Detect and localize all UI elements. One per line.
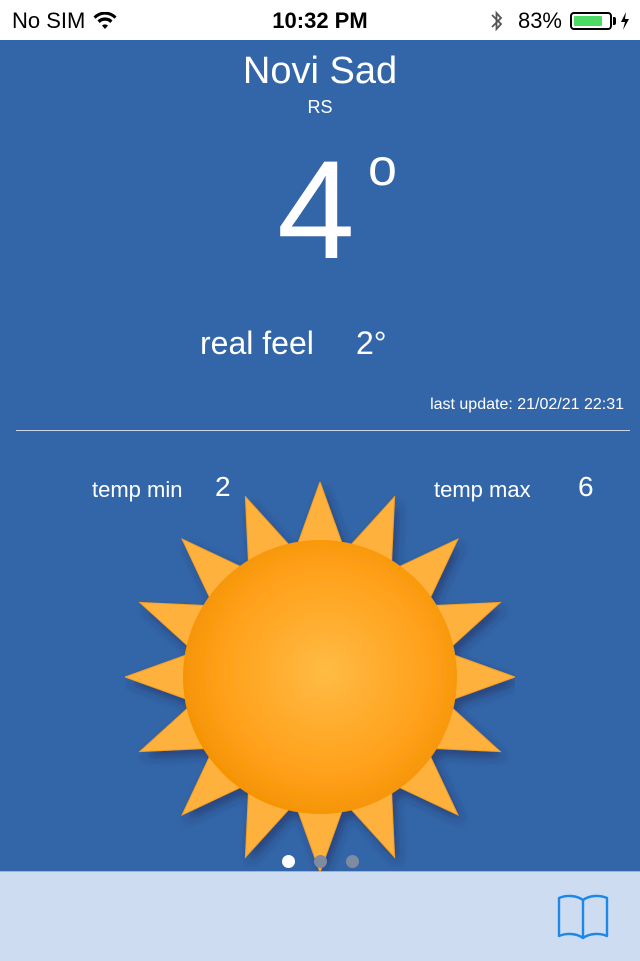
page-dot-2[interactable] <box>313 855 327 868</box>
battery-level <box>574 16 603 26</box>
battery-percent: 83% <box>517 8 562 33</box>
battery-tip <box>613 17 616 25</box>
tab-bar <box>0 871 640 961</box>
status-right: 83% <box>490 8 630 34</box>
battery-icon <box>570 12 612 30</box>
sun-icon <box>125 482 515 872</box>
real-feel-label: real feel <box>200 325 314 361</box>
bluetooth-icon <box>491 10 503 32</box>
temp-max-value: 6 <box>578 471 594 502</box>
page-dot-1[interactable] <box>281 855 295 868</box>
degree-symbol: o <box>368 139 397 197</box>
real-feel-value: 2° <box>356 325 387 361</box>
charging-bolt-icon <box>621 12 629 30</box>
status-bar: No SIM 10:32 PM 83% <box>0 0 640 40</box>
page-dot-3[interactable] <box>345 855 359 868</box>
last-update: last update: 21/02/21 22:31 <box>430 396 624 413</box>
book-icon[interactable] <box>556 892 610 942</box>
city-name: Novi Sad <box>242 50 398 92</box>
page-control[interactable] <box>0 855 640 868</box>
country-code: RS <box>307 97 333 117</box>
divider <box>16 430 630 431</box>
current-temperature: 4 <box>277 131 355 288</box>
